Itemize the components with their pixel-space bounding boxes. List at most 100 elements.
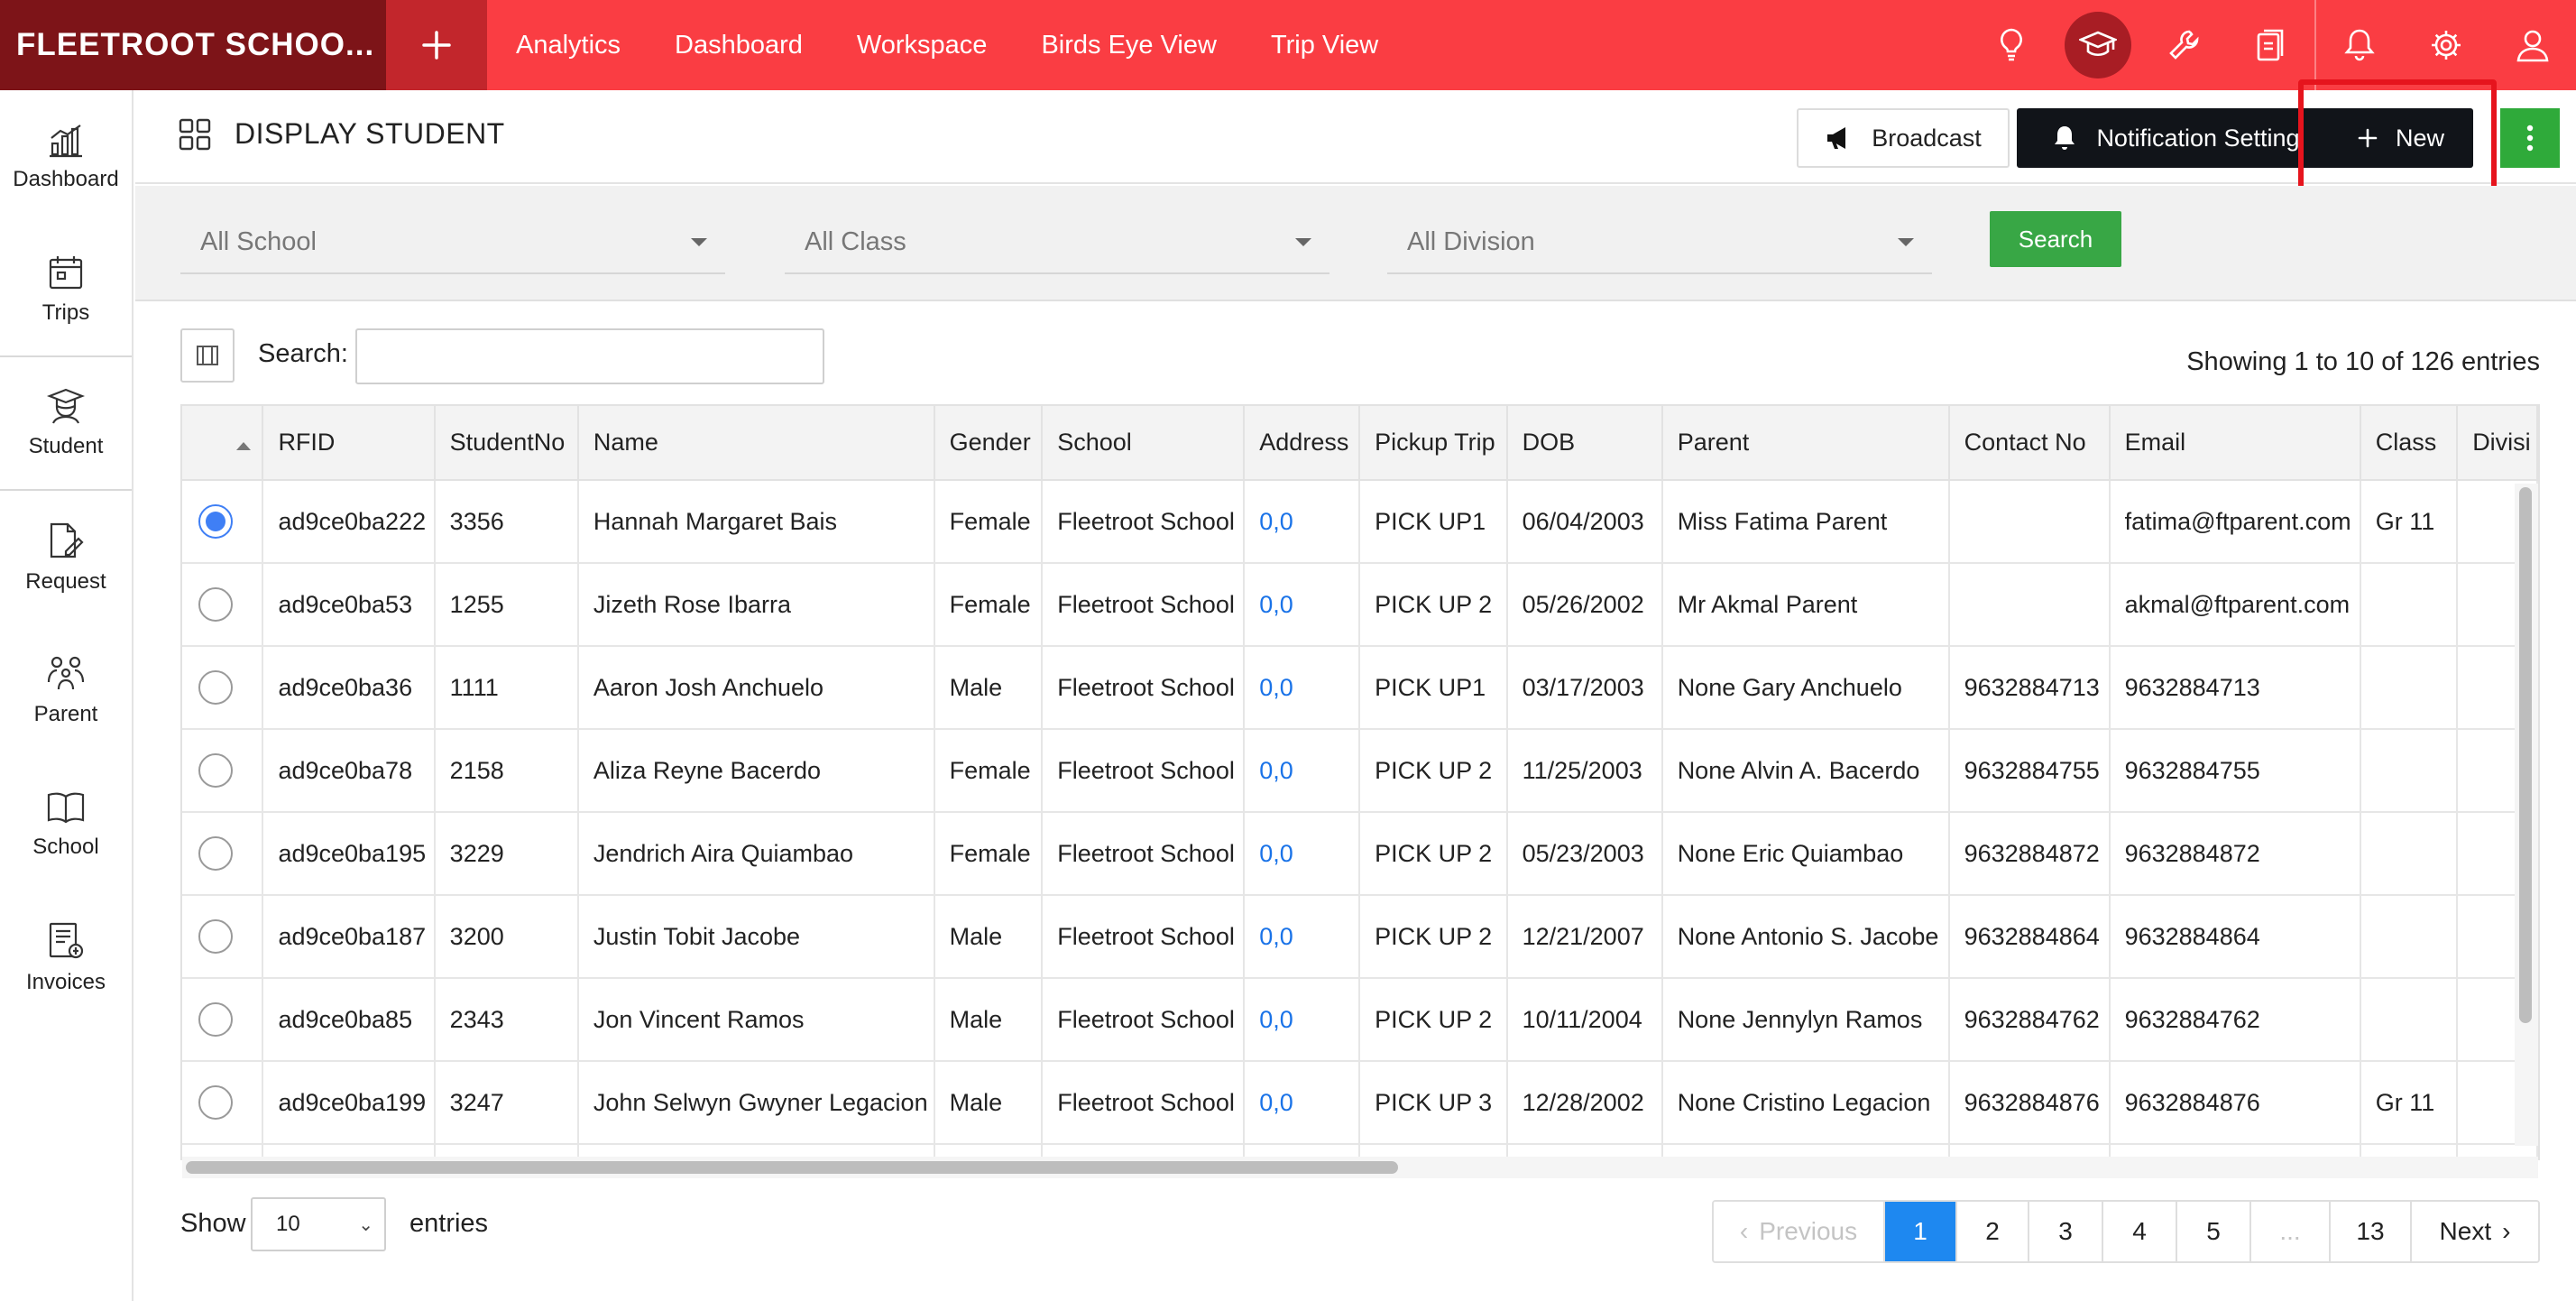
settings-button[interactable] <box>2403 0 2489 90</box>
nav-workspace[interactable]: Workspace <box>830 31 1015 60</box>
row-select-cell[interactable] <box>182 480 264 564</box>
sidebar-item-dashboard[interactable]: Dashboard <box>0 90 132 224</box>
table-row[interactable]: ad9ce0ba36 1111 Aaron Josh Anchuelo Male Fle… <box>182 646 2538 730</box>
nav-analytics[interactable]: Analytics <box>489 31 648 60</box>
column-toggle-button[interactable] <box>180 328 235 383</box>
address-link[interactable]: 0,0 <box>1259 591 1293 618</box>
cell-address[interactable]: 0,0 <box>1244 480 1361 564</box>
column-header-address[interactable]: Address <box>1244 406 1361 481</box>
row-radio[interactable] <box>198 587 233 622</box>
page-size-select[interactable]: 10 ⌄ <box>251 1197 386 1251</box>
address-link[interactable]: 0,0 <box>1259 757 1293 784</box>
column-header-rfid[interactable]: RFID <box>262 406 436 481</box>
table-row[interactable]: ad9ce0ba222 3356 Hannah Margaret Bais Femal… <box>182 480 2538 564</box>
sidebar-item-invoices[interactable]: Invoices <box>0 891 132 1025</box>
page-3-button[interactable]: 3 <box>2029 1202 2103 1261</box>
row-radio[interactable] <box>198 1002 233 1037</box>
vertical-scrollbar[interactable] <box>2515 484 2538 1146</box>
row-radio[interactable] <box>198 919 233 954</box>
page-2-button[interactable]: 2 <box>1957 1202 2029 1261</box>
profile-button[interactable] <box>2489 0 2576 90</box>
table-row[interactable]: ad9ce0ba187 3200 Justin Tobit Jacobe Male Fl… <box>182 895 2538 979</box>
row-select-cell[interactable] <box>182 812 264 896</box>
column-header-division[interactable]: Divisi <box>2457 406 2538 481</box>
more-options-button[interactable] <box>2500 108 2560 168</box>
sidebar-item-parent[interactable]: Parent <box>0 624 132 758</box>
column-header-name[interactable]: Name <box>577 406 935 481</box>
row-select-cell[interactable] <box>182 646 264 730</box>
table-row[interactable]: ad9ce0ba195 3229 Jendrich Aira Quiambao Fem… <box>182 812 2538 896</box>
new-button[interactable]: New <box>2329 108 2473 168</box>
table-row[interactable]: ad9ce0ba78 2158 Aliza Reyne Bacerdo Female F… <box>182 729 2538 813</box>
cell-address[interactable]: 0,0 <box>1244 978 1361 1062</box>
nav-trip-view[interactable]: Trip View <box>1244 31 1405 60</box>
address-link[interactable]: 0,0 <box>1259 923 1293 950</box>
add-button[interactable] <box>386 0 487 90</box>
address-link[interactable]: 0,0 <box>1259 508 1293 535</box>
column-header-school[interactable]: School <box>1042 406 1246 481</box>
notifications-button[interactable] <box>2316 0 2403 90</box>
row-radio[interactable] <box>198 504 233 539</box>
cell-pickup-trip: PICK UP 3 <box>1359 1061 1508 1145</box>
cell-address[interactable]: 0,0 <box>1244 895 1361 979</box>
cell-address[interactable]: 0,0 <box>1244 646 1361 730</box>
search-input[interactable] <box>355 328 824 384</box>
horizontal-scrollbar[interactable] <box>182 1157 2538 1178</box>
sidebar-item-student[interactable]: Student <box>0 357 132 491</box>
row-radio[interactable] <box>198 836 233 871</box>
lightbulb-button[interactable] <box>1968 0 2055 90</box>
nav-dashboard[interactable]: Dashboard <box>648 31 830 60</box>
row-radio[interactable] <box>198 670 233 705</box>
row-select-cell[interactable] <box>182 729 264 813</box>
cell-address[interactable]: 0,0 <box>1244 729 1361 813</box>
tools-button[interactable] <box>2141 0 2228 90</box>
row-select-cell[interactable] <box>182 895 264 979</box>
cell-address[interactable]: 0,0 <box>1244 563 1361 647</box>
clipboard-button[interactable] <box>2228 0 2314 90</box>
row-select-cell[interactable] <box>182 978 264 1062</box>
division-select[interactable]: All Division <box>1387 211 1932 274</box>
column-header-parent[interactable]: Parent <box>1661 406 1950 481</box>
page-13-button[interactable]: 13 <box>2331 1202 2412 1261</box>
cell-rfid: ad9ce0ba222 <box>262 480 436 564</box>
previous-page-button[interactable]: ‹ Previous <box>1714 1202 1885 1261</box>
address-link[interactable]: 0,0 <box>1259 674 1293 701</box>
column-header-pickup-trip[interactable]: Pickup Trip <box>1359 406 1508 481</box>
row-radio[interactable] <box>198 753 233 788</box>
page-5-button[interactable]: 5 <box>2177 1202 2251 1261</box>
school-select[interactable]: All School <box>180 211 725 274</box>
address-link[interactable]: 0,0 <box>1259 840 1293 867</box>
column-header-dob[interactable]: DOB <box>1506 406 1663 481</box>
table-row[interactable]: ad9ce0ba85 2343 Jon Vincent Ramos Male Fleet… <box>182 978 2538 1062</box>
column-header-email[interactable]: Email <box>2109 406 2361 481</box>
page-1-button[interactable]: 1 <box>1885 1202 1957 1261</box>
sidebar-item-request[interactable]: Request <box>0 491 132 624</box>
column-header-studentno[interactable]: StudentNo <box>434 406 579 481</box>
graduation-button[interactable] <box>2055 0 2141 90</box>
search-button[interactable]: Search <box>1990 211 2121 267</box>
cell-address[interactable]: 0,0 <box>1244 1061 1361 1145</box>
scrollbar-thumb[interactable] <box>186 1161 1398 1174</box>
table-row[interactable]: ad9ce0ba199 3247 John Selwyn Gwyner Legaci… <box>182 1061 2538 1145</box>
notification-setting-button[interactable]: Notification Setting <box>2017 108 2336 168</box>
class-select[interactable]: All Class <box>785 211 1329 274</box>
row-select-cell[interactable] <box>182 563 264 647</box>
sidebar-item-school[interactable]: School <box>0 758 132 891</box>
broadcast-button[interactable]: Broadcast <box>1797 108 2010 168</box>
sidebar-item-trips[interactable]: Trips <box>0 224 132 357</box>
cell-address[interactable]: 0,0 <box>1244 812 1361 896</box>
column-header-contact-no[interactable]: Contact No <box>1948 406 2111 481</box>
page-4-button[interactable]: 4 <box>2103 1202 2177 1261</box>
address-link[interactable]: 0,0 <box>1259 1089 1293 1116</box>
nav-birds-eye-view[interactable]: Birds Eye View <box>1014 31 1244 60</box>
column-header-select[interactable] <box>182 406 264 481</box>
column-header-class[interactable]: Class <box>2360 406 2459 481</box>
brand-name[interactable]: FLEETROOT SCHOO... <box>0 0 386 90</box>
row-select-cell[interactable] <box>182 1061 264 1145</box>
next-page-button[interactable]: Next › <box>2412 1202 2538 1261</box>
address-link[interactable]: 0,0 <box>1259 1006 1293 1033</box>
row-radio[interactable] <box>198 1085 233 1120</box>
scrollbar-thumb[interactable] <box>2519 487 2532 1023</box>
column-header-gender[interactable]: Gender <box>934 406 1044 481</box>
table-row[interactable]: ad9ce0ba53 1255 Jizeth Rose Ibarra Female Fl… <box>182 563 2538 647</box>
